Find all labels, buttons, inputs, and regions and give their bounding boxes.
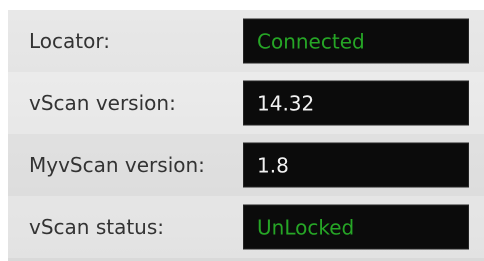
- locator-value: Connected: [257, 29, 365, 53]
- vscan-status-value: UnLocked: [257, 215, 355, 239]
- myvscan-version-value-box: 1.8: [243, 142, 469, 188]
- top-strip: [0, 0, 484, 10]
- vscan-version-label: vScan version:: [29, 91, 176, 115]
- myvscan-version-value: 1.8: [257, 153, 289, 177]
- vscan-status-label: vScan status:: [29, 215, 165, 239]
- myvscan-version-label: MyvScan version:: [29, 153, 205, 177]
- vscan-version-value: 14.32: [257, 91, 315, 115]
- info-panel: Locator: Connected vScan version: 14.32 …: [8, 10, 484, 261]
- vscan-version-row: vScan version: 14.32: [8, 72, 484, 134]
- vscan-status-value-box: UnLocked: [243, 204, 469, 250]
- locator-label: Locator:: [29, 29, 110, 53]
- vscan-status-row: vScan status: UnLocked: [8, 196, 484, 258]
- locator-value-box: Connected: [243, 18, 469, 64]
- locator-row: Locator: Connected: [8, 10, 484, 72]
- vscan-version-value-box: 14.32: [243, 80, 469, 126]
- myvscan-version-row: MyvScan version: 1.8: [8, 134, 484, 196]
